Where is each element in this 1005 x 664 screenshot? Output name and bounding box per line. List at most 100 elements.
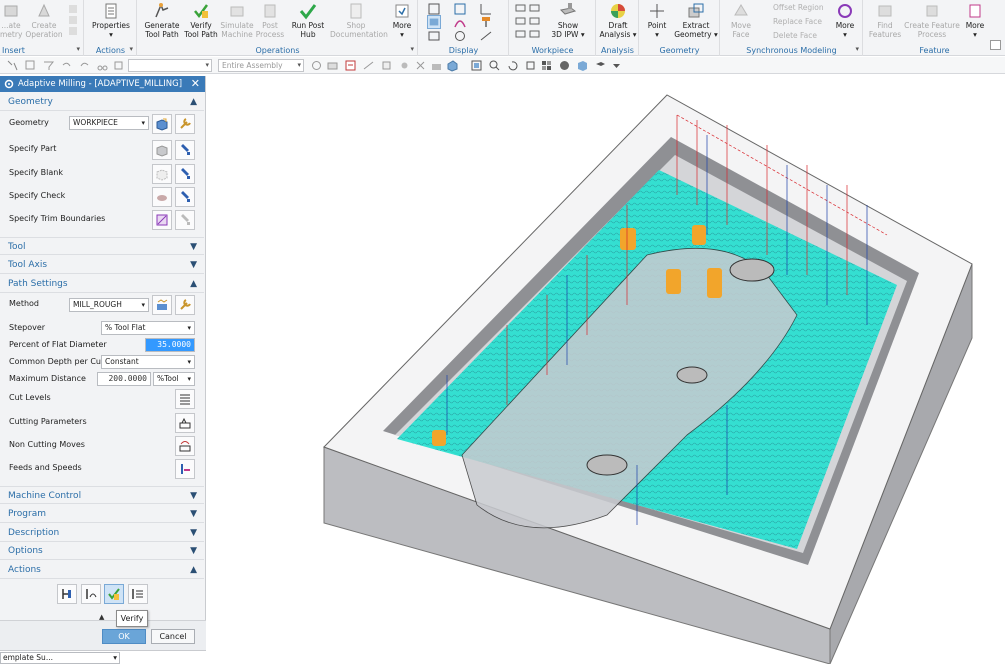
shading-icon[interactable] bbox=[558, 59, 571, 72]
verify-tool-path-button[interactable]: Verify Tool Path bbox=[182, 2, 220, 44]
select-face-icon[interactable] bbox=[326, 59, 339, 72]
specify-blank-button[interactable] bbox=[152, 164, 172, 184]
feature-more-button[interactable]: More ▾ bbox=[962, 2, 988, 44]
display-check-button[interactable] bbox=[175, 187, 195, 207]
list-action-button[interactable] bbox=[128, 584, 148, 604]
type-filter-select[interactable]: ▾ bbox=[128, 59, 212, 72]
generate-tool-path-button[interactable]: Generate Tool Path bbox=[142, 2, 182, 44]
move-face-button[interactable]: Move Face bbox=[725, 2, 757, 44]
snap-icon[interactable] bbox=[24, 59, 37, 72]
properties-button[interactable]: Properties ▾ bbox=[87, 2, 135, 44]
select-point-icon[interactable] bbox=[414, 59, 427, 72]
undo-icon[interactable] bbox=[60, 59, 73, 72]
simulate-machine-button[interactable]: Simulate Machine bbox=[220, 2, 254, 44]
display-circle-icon[interactable] bbox=[453, 30, 467, 42]
select-feature-icon[interactable] bbox=[430, 59, 443, 72]
find-features-button[interactable]: Find Features bbox=[866, 2, 904, 44]
display-blank-button[interactable] bbox=[175, 164, 195, 184]
template-select[interactable]: emplate Su... ▾ bbox=[0, 652, 120, 664]
depth-select[interactable]: Constant ▾ bbox=[101, 355, 195, 369]
display-part-button[interactable] bbox=[175, 140, 195, 160]
specify-check-button[interactable] bbox=[152, 187, 172, 207]
zoom-icon[interactable] bbox=[488, 59, 501, 72]
cancel-button[interactable]: Cancel bbox=[151, 629, 195, 644]
non-cutting-button[interactable] bbox=[175, 436, 195, 456]
layer-icon[interactable] bbox=[594, 59, 607, 72]
specify-trim-button[interactable] bbox=[152, 210, 172, 230]
post-process-button[interactable]: Post Process bbox=[254, 2, 286, 44]
section-tool[interactable]: Tool ▼ bbox=[0, 237, 204, 255]
filter-icon[interactable] bbox=[42, 59, 55, 72]
close-icon[interactable]: ✕ bbox=[191, 76, 200, 92]
ok-button[interactable]: OK bbox=[102, 629, 146, 644]
replay-action-button[interactable] bbox=[81, 584, 101, 604]
copy-icon[interactable] bbox=[112, 59, 125, 72]
maximum-distance-input[interactable]: 200.0000 bbox=[97, 372, 151, 386]
cut-icon[interactable] bbox=[96, 59, 109, 72]
cube-icon[interactable] bbox=[576, 59, 589, 72]
select-red-icon[interactable] bbox=[344, 59, 357, 72]
section-program[interactable]: Program ▼ bbox=[0, 505, 204, 523]
verify-action-button[interactable] bbox=[104, 584, 124, 604]
maxdist-unit-select[interactable]: %Tool ▾ bbox=[153, 372, 195, 386]
create-geometry-button[interactable]: ...ate metry bbox=[0, 2, 22, 44]
section-options[interactable]: Options ▼ bbox=[0, 542, 204, 560]
menu-icon[interactable] bbox=[6, 59, 19, 72]
graphics-window[interactable] bbox=[207, 75, 1005, 664]
extract-geometry-button[interactable]: Extract Geometry ▾ bbox=[674, 2, 718, 44]
delete-face-button[interactable]: Delete Face bbox=[773, 31, 817, 40]
create-operation-button[interactable]: Create Operation bbox=[22, 2, 66, 44]
method-select[interactable]: MILL_ROUGH ▾ bbox=[69, 298, 149, 312]
rotate-icon[interactable] bbox=[506, 59, 519, 72]
offset-region-button[interactable]: Offset Region bbox=[773, 3, 824, 12]
part-model[interactable] bbox=[207, 75, 1005, 664]
section-geometry[interactable]: Geometry ▲ bbox=[0, 93, 204, 111]
cut-levels-button[interactable] bbox=[175, 389, 195, 409]
display-edges-icon[interactable] bbox=[427, 30, 441, 42]
select-general-icon[interactable] bbox=[310, 59, 323, 72]
display-wireframe-icon[interactable] bbox=[427, 2, 441, 16]
section-machine-control[interactable]: Machine Control ▼ bbox=[0, 486, 204, 504]
section-description[interactable]: Description ▼ bbox=[0, 524, 204, 542]
chevron-down-icon[interactable]: ▾ bbox=[855, 45, 859, 53]
chevron-down-icon[interactable]: ▾ bbox=[76, 45, 80, 53]
select-component-icon[interactable] bbox=[398, 59, 411, 72]
generate-action-button[interactable] bbox=[57, 584, 77, 604]
fit-view-icon[interactable] bbox=[470, 59, 483, 72]
show-3d-ipw-button[interactable]: Show 3D IPW ▾ bbox=[548, 2, 588, 44]
point-button[interactable]: Point ▾ bbox=[642, 2, 672, 44]
select-edge-icon[interactable] bbox=[362, 59, 375, 72]
display-shaded-icon[interactable] bbox=[427, 15, 441, 29]
display-paint-icon[interactable] bbox=[479, 15, 493, 29]
dialog-title-bar[interactable]: Adaptive Milling - [ADAPTIVE_MILLING] ✕ bbox=[0, 76, 205, 92]
edit-geometry-button[interactable] bbox=[175, 114, 195, 134]
assembly-scope-select[interactable]: Entire Assembly ▾ bbox=[218, 59, 304, 72]
display-axes-icon[interactable] bbox=[479, 2, 493, 16]
run-post-hub-button[interactable]: Run Post Hub bbox=[286, 2, 330, 44]
workpiece-options-icon[interactable] bbox=[514, 2, 544, 42]
new-method-button[interactable] bbox=[152, 295, 172, 315]
stepover-select[interactable]: % Tool Flat ▾ bbox=[101, 321, 195, 335]
geometry-select[interactable]: WORKPIECE ▾ bbox=[69, 116, 149, 130]
chevron-down-icon[interactable]: ▾ bbox=[410, 45, 414, 53]
chevron-down-icon[interactable]: ▾ bbox=[129, 45, 133, 53]
pan-icon[interactable] bbox=[524, 59, 537, 72]
edit-method-button[interactable] bbox=[175, 295, 195, 315]
feeds-speeds-button[interactable] bbox=[175, 459, 195, 479]
operations-more-button[interactable]: More ▾ bbox=[388, 2, 416, 44]
synchronous-more-button[interactable]: More ▾ bbox=[831, 2, 859, 44]
display-trim-button[interactable] bbox=[175, 210, 195, 230]
display-curve-icon[interactable] bbox=[453, 15, 467, 29]
cutting-params-button[interactable] bbox=[175, 413, 195, 433]
replace-face-button[interactable]: Replace Face bbox=[773, 17, 822, 26]
new-geometry-button[interactable] bbox=[152, 114, 172, 134]
section-path-settings[interactable]: Path Settings ▲ bbox=[0, 275, 204, 293]
specify-part-button[interactable] bbox=[152, 140, 172, 160]
redo-icon[interactable] bbox=[78, 59, 91, 72]
view-orient-icon[interactable] bbox=[540, 59, 553, 72]
percent-flat-diameter-input[interactable]: 35.0000 bbox=[145, 338, 195, 352]
select-body-icon[interactable] bbox=[380, 59, 393, 72]
display-line-icon[interactable] bbox=[479, 30, 493, 42]
section-tool-axis[interactable]: Tool Axis ▼ bbox=[0, 256, 204, 274]
draft-analysis-button[interactable]: Draft Analysis ▾ bbox=[599, 2, 637, 44]
